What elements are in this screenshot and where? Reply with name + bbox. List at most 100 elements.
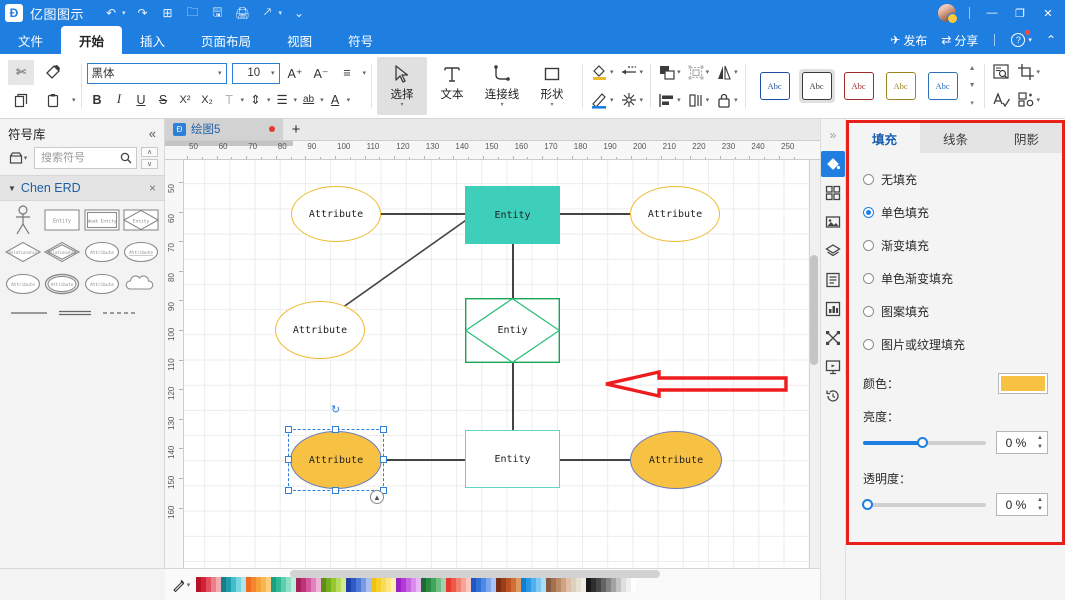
fill-option-image-texture[interactable]: 图片或纹理填充 xyxy=(863,328,1048,361)
align-button[interactable]: ▾ xyxy=(656,88,683,112)
symbol-attribute[interactable]: Attribute xyxy=(84,239,120,265)
ruler-scrollbar[interactable] xyxy=(165,141,293,146)
relationship-diamond-node[interactable]: Entiy xyxy=(464,297,561,364)
entity-top-node[interactable]: Entity xyxy=(465,186,560,244)
shape-tool[interactable]: 形状 ▾ xyxy=(527,57,577,115)
gallery-scroll-up-icon[interactable]: ▲ xyxy=(969,65,976,72)
symbol-derived-attribute[interactable]: Attribute xyxy=(44,271,80,297)
underline-button[interactable]: U xyxy=(131,90,152,110)
fill-option-pattern[interactable]: 图案填充 xyxy=(863,295,1048,328)
connector-line[interactable] xyxy=(560,213,630,215)
canvas-horizontal-scrollbar[interactable] xyxy=(290,570,660,578)
brightness-spinner[interactable]: 0 % ▲ ▼ xyxy=(996,431,1048,454)
flip-caret-icon[interactable]: ▾ xyxy=(734,68,738,76)
fill-color-caret-icon[interactable]: ▾ xyxy=(610,68,614,76)
history-icon[interactable] xyxy=(821,383,845,409)
chevron-down-icon[interactable]: ▼ xyxy=(8,184,16,193)
tab-symbols[interactable]: 符号 xyxy=(330,26,391,54)
spin-down-icon[interactable]: ▼ xyxy=(1037,444,1043,450)
font-family-select[interactable]: 黑体 ▾ xyxy=(86,62,227,84)
resize-handle-sw[interactable] xyxy=(285,487,292,494)
font-color-button[interactable]: A xyxy=(325,90,346,110)
bullets-caret-icon[interactable]: ▾ xyxy=(294,96,298,104)
highlight-caret-icon[interactable]: ▾ xyxy=(320,96,324,104)
drawing-canvas[interactable]: Attribute Entity Attribute Attribute Ent… xyxy=(184,160,809,568)
symbol-multivalued-attribute[interactable]: Attribute xyxy=(5,271,41,297)
italic-button[interactable]: I xyxy=(109,90,130,110)
arrange-layout-button[interactable]: ▾ xyxy=(1015,88,1043,112)
attribute-top-right-node[interactable]: Attribute xyxy=(630,186,720,242)
quick-shapes-icon[interactable] xyxy=(821,180,845,206)
redo-button[interactable]: ↷ xyxy=(132,3,154,23)
font-color-caret-icon[interactable]: ▾ xyxy=(347,96,351,104)
symbol-key-attribute[interactable]: Attribute xyxy=(123,239,159,265)
connector-tool[interactable]: 连接线 ▾ xyxy=(477,57,527,115)
symbol-relationship[interactable]: Relationship xyxy=(4,239,41,265)
cut-button[interactable]: ✄ xyxy=(8,59,34,85)
slider-knob[interactable] xyxy=(917,437,929,448)
tab-shadow[interactable]: 阴影 xyxy=(991,123,1062,153)
gallery-expand-icon[interactable]: ▾ xyxy=(970,99,974,107)
paste-caret-icon[interactable]: ▾ xyxy=(72,96,76,104)
spin-down-icon[interactable]: ▼ xyxy=(1037,506,1043,512)
select-tool[interactable]: 选择 ▾ xyxy=(377,57,428,115)
color-swatch-button[interactable] xyxy=(998,373,1048,394)
connector-line[interactable] xyxy=(512,244,514,298)
palette-swatch[interactable] xyxy=(631,577,636,592)
distribute-button[interactable]: ▾ xyxy=(685,88,712,112)
line-color-caret-icon[interactable]: ▾ xyxy=(610,96,614,104)
shape-caret-icon[interactable]: ▾ xyxy=(551,102,554,108)
fill-option-none[interactable]: 无填充 xyxy=(863,163,1048,196)
tab-insert[interactable]: 插入 xyxy=(122,26,183,54)
spinner-arrows[interactable]: ▲ ▼ xyxy=(1035,435,1047,450)
crop-button[interactable]: ▾ xyxy=(1015,60,1043,84)
resize-handle-n[interactable] xyxy=(332,426,339,433)
new-button[interactable]: ⊞ xyxy=(157,3,179,23)
superscript-button[interactable]: X² xyxy=(175,90,196,110)
group-button[interactable]: ▾ xyxy=(685,60,712,84)
symbol-cloud[interactable] xyxy=(123,271,159,297)
paragraph-align-button[interactable]: ≡ xyxy=(337,63,358,83)
arrange-layout-caret-icon[interactable]: ▾ xyxy=(1037,96,1041,104)
publish-button[interactable]: ✈ 发布 xyxy=(885,30,932,51)
attribute-bottom-right-node[interactable]: Attribute xyxy=(630,431,722,489)
fill-option-mono-gradient[interactable]: 单色渐变填充 xyxy=(863,262,1048,295)
gallery-scroll-down-icon[interactable]: ▼ xyxy=(969,82,976,89)
resize-handle-e[interactable] xyxy=(380,456,387,463)
tab-file[interactable]: 文件 xyxy=(0,26,61,54)
help-caret-icon[interactable]: ▾ xyxy=(1028,36,1032,44)
fill-style-icon[interactable] xyxy=(821,151,845,177)
resize-handle-ne[interactable] xyxy=(380,426,387,433)
chevron-down-icon[interactable]: ▾ xyxy=(271,69,275,77)
style-preset-3[interactable]: Abc xyxy=(883,69,919,103)
attribute-mid-left-node[interactable]: Attribute xyxy=(275,301,365,359)
text-effects-caret-icon[interactable]: ▾ xyxy=(241,96,245,104)
resize-handle-nw[interactable] xyxy=(285,426,292,433)
symbol-entity[interactable]: Entity xyxy=(44,207,80,233)
text-effects-button[interactable]: T xyxy=(219,90,240,110)
canvas-vertical-scrollbar[interactable] xyxy=(810,255,818,365)
tab-home[interactable]: 开始 xyxy=(61,26,123,54)
slider-knob[interactable] xyxy=(862,499,873,510)
find-replace-button[interactable] xyxy=(990,60,1013,84)
line-style-button[interactable]: ▾ xyxy=(618,60,646,84)
palette-swatches[interactable] xyxy=(196,577,636,592)
share-button[interactable]: ⇄ 分享 xyxy=(936,30,983,51)
document-tab[interactable]: Ð 绘图5 xyxy=(165,118,283,140)
close-category-icon[interactable]: × xyxy=(149,181,156,195)
style-preset-0[interactable]: Abc xyxy=(757,69,793,103)
color-picker-button[interactable]: ▾ xyxy=(169,576,193,594)
lock-caret-icon[interactable]: ▾ xyxy=(734,96,738,104)
copy-button[interactable] xyxy=(8,88,34,113)
double-line-icon[interactable] xyxy=(58,309,92,317)
shape-action-button[interactable]: ▲ xyxy=(370,490,384,504)
spin-up-icon[interactable]: ▲ xyxy=(1037,497,1043,503)
layers-icon[interactable] xyxy=(821,238,845,264)
effects-caret-icon[interactable]: ▾ xyxy=(640,96,644,104)
style-preset-2[interactable]: Abc xyxy=(841,69,877,103)
fill-option-solid[interactable]: 单色填充 xyxy=(863,196,1048,229)
library-menu-button[interactable]: ▾ xyxy=(6,147,30,169)
align-caret-icon[interactable]: ▾ xyxy=(363,69,367,77)
tab-fill[interactable]: 填充 xyxy=(849,123,920,153)
distribute-caret-icon[interactable]: ▾ xyxy=(706,96,710,104)
